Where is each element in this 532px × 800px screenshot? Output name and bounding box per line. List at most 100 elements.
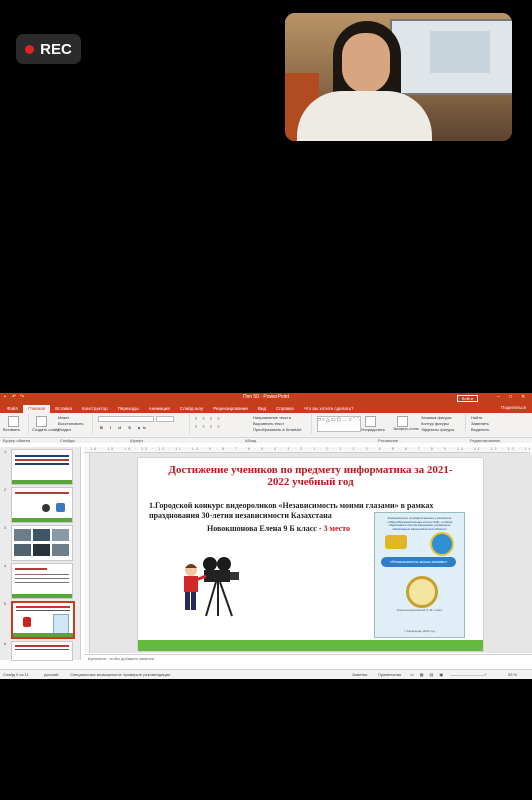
language-indicator[interactable]: русский bbox=[44, 670, 58, 679]
reset-button[interactable]: Восстановить bbox=[58, 421, 84, 426]
new-slide-button[interactable]: Создать слайд bbox=[32, 427, 59, 432]
group-label-drawing: Рисование bbox=[378, 438, 399, 443]
powerpoint-window: ▪ ↶ ↷ Ппп 50 - PowerPoint Войти – □ ✕ Фа… bbox=[0, 393, 532, 679]
slide-thumbnail-5-selected[interactable] bbox=[11, 601, 75, 639]
slide-thumbnail-6[interactable] bbox=[11, 641, 73, 661]
font-name-dropdown[interactable] bbox=[98, 416, 154, 422]
shape-outline-button[interactable]: Контур фигуры bbox=[421, 421, 449, 426]
accessibility-status[interactable]: Специальные возможности: проверьте реком… bbox=[70, 670, 170, 679]
notes-button[interactable]: Заметки bbox=[352, 670, 367, 679]
tab-design[interactable]: Конструктор bbox=[77, 405, 113, 413]
slide-counter: Слайд 5 из 11 bbox=[3, 672, 29, 677]
slide-thumbnail-4[interactable] bbox=[11, 563, 73, 599]
minimize-icon[interactable]: – bbox=[497, 395, 502, 400]
align-buttons[interactable]: ≡ ≡ ≡ ≡ bbox=[195, 424, 222, 429]
smartart-button[interactable]: Преобразовать в SmartArt bbox=[253, 427, 302, 432]
tab-insert[interactable]: Вставка bbox=[50, 405, 77, 413]
font-format-buttons[interactable]: B I U S ab bbox=[100, 425, 149, 430]
notes-pane[interactable]: Щелкните, чтобы добавить заметки bbox=[84, 654, 532, 663]
certificate-date: г. Караганда, 2021 год bbox=[404, 629, 435, 633]
maximize-icon[interactable]: □ bbox=[509, 395, 514, 400]
list-buttons[interactable]: ≡ ≡ ≡ ≡ bbox=[195, 416, 222, 421]
tab-file[interactable]: Файл bbox=[2, 405, 23, 413]
status-bar: Слайд 5 из 11 русский Специальные возмож… bbox=[0, 669, 532, 679]
clipboard-group: Вставить bbox=[0, 414, 29, 434]
group-label-editing: Редактирование bbox=[470, 438, 501, 443]
tab-review[interactable]: Рецензирование bbox=[208, 405, 253, 413]
tell-me-search[interactable]: Что вы хотите сделать? bbox=[299, 405, 359, 413]
title-bar: ▪ ↶ ↷ Ппп 50 - PowerPoint Войти – □ ✕ bbox=[0, 393, 532, 403]
tab-home[interactable]: Главная bbox=[23, 405, 51, 413]
slide-thumbnails-pane: 1 2 3 4 5 6 bbox=[0, 447, 81, 661]
text-direction-button[interactable]: Направление текста bbox=[253, 415, 291, 420]
certificate-recipient: Новокшонова Елена 9 «Б» класс bbox=[396, 608, 443, 612]
thumb-number: 2 bbox=[4, 487, 7, 492]
window-title: Ппп 50 - PowerPoint bbox=[243, 394, 289, 400]
shape-fill-button[interactable]: Заливка фигуры bbox=[421, 415, 452, 420]
ribbon-tabs: Файл Главная Вставка Конструктор Переход… bbox=[0, 403, 532, 413]
drawing-group: □○△▭⬠→☆⌒◇ Упорядочить Экспресс-стили Зал… bbox=[313, 414, 466, 434]
comments-button[interactable]: Примечания bbox=[378, 670, 401, 679]
replace-button[interactable]: Заменить bbox=[471, 421, 489, 426]
share-button[interactable]: Поделиться bbox=[501, 405, 526, 410]
layout-button[interactable]: Макет bbox=[58, 415, 69, 420]
certificate-banner: «Независимость моими глазами» bbox=[381, 557, 456, 567]
thumb-number: 3 bbox=[4, 525, 7, 530]
thumb-number: 5 bbox=[4, 601, 7, 606]
record-dot-icon bbox=[25, 44, 35, 54]
place-text: 3 место bbox=[323, 524, 351, 533]
slide-title[interactable]: Достижение учеников по предмету информат… bbox=[158, 464, 463, 488]
close-icon[interactable]: ✕ bbox=[521, 395, 526, 400]
tab-help[interactable]: Справка bbox=[271, 405, 299, 413]
find-button[interactable]: Найти bbox=[471, 415, 482, 420]
recording-label: REC bbox=[40, 40, 72, 58]
slide-footer-bar bbox=[138, 640, 483, 651]
tab-slideshow[interactable]: Слайд-шоу bbox=[175, 405, 208, 413]
arrange-icon[interactable] bbox=[365, 416, 376, 427]
student-line[interactable]: Новокшонова Елена 9 Б класс - 3 место bbox=[207, 524, 350, 533]
shape-effects-button[interactable]: Эффекты фигуры bbox=[421, 427, 454, 432]
slide-editing-area: Достижение учеников по предмету информат… bbox=[90, 453, 532, 653]
shapes-gallery[interactable]: □○△▭⬠→☆⌒◇ bbox=[317, 416, 361, 432]
zoom-slider[interactable]: –————————+ bbox=[450, 670, 487, 679]
group-label-slides: Слайды bbox=[60, 438, 75, 443]
select-button[interactable]: Выделить bbox=[471, 427, 489, 432]
paragraph-group: ≡ ≡ ≡ ≡ ≡ ≡ ≡ ≡ Направление текста Выров… bbox=[191, 414, 312, 434]
certificate-image[interactable]: Коммунальное государственное учреждение … bbox=[374, 512, 465, 638]
quick-styles-button[interactable]: Экспресс-стили bbox=[393, 427, 419, 431]
group-label-clipboard: Буфер обмена bbox=[3, 438, 31, 443]
slide-thumbnail-1[interactable] bbox=[11, 449, 73, 485]
align-text-button[interactable]: Выровнять текст bbox=[253, 421, 284, 426]
slide-thumbnail-2[interactable] bbox=[11, 487, 73, 523]
arrange-button[interactable]: Упорядочить bbox=[361, 427, 385, 432]
zoom-level[interactable]: 53 % bbox=[508, 670, 517, 679]
group-label-font: Шрифт bbox=[130, 438, 144, 443]
tab-view[interactable]: Вид bbox=[253, 405, 271, 413]
new-slide-icon[interactable] bbox=[36, 416, 47, 427]
section-button[interactable]: Раздел bbox=[58, 427, 71, 432]
tab-animations[interactable]: Анимация bbox=[144, 405, 175, 413]
paste-icon[interactable] bbox=[8, 416, 19, 427]
font-size-dropdown[interactable] bbox=[156, 416, 174, 422]
thumb-number: 6 bbox=[4, 641, 7, 646]
recording-indicator: REC bbox=[16, 34, 81, 64]
ribbon: Вставить Создать слайд Макет Восстановит… bbox=[0, 413, 532, 438]
editing-group: Найти Заменить Выделить bbox=[467, 414, 527, 434]
thumb-number: 1 bbox=[4, 449, 7, 454]
view-buttons[interactable]: ▭▦▤▣ bbox=[410, 670, 449, 679]
certificate-header: Коммунальное государственное учреждение … bbox=[386, 516, 453, 531]
slides-group: Создать слайд Макет Восстановить Раздел bbox=[30, 414, 93, 434]
slide-thumbnail-3[interactable] bbox=[11, 525, 73, 561]
cameraman-illustration[interactable] bbox=[176, 556, 246, 618]
font-group: B I U S ab bbox=[94, 414, 190, 434]
thumb-number: 4 bbox=[4, 563, 7, 568]
ribbon-group-labels: Буфер обмена Слайды Шрифт Абзац Рисовани… bbox=[0, 438, 532, 443]
state-emblem-icon bbox=[430, 532, 454, 556]
paste-button[interactable]: Вставить bbox=[3, 427, 20, 432]
signin-button[interactable]: Войти bbox=[456, 395, 478, 402]
student-name: Новокшонова Елена 9 Б класс - bbox=[207, 524, 324, 533]
current-slide[interactable]: Достижение учеников по предмету информат… bbox=[138, 458, 483, 651]
tab-transitions[interactable]: Переходы bbox=[113, 405, 144, 413]
quick-styles-icon[interactable] bbox=[397, 416, 408, 427]
wreath-emblem-icon bbox=[406, 576, 438, 608]
